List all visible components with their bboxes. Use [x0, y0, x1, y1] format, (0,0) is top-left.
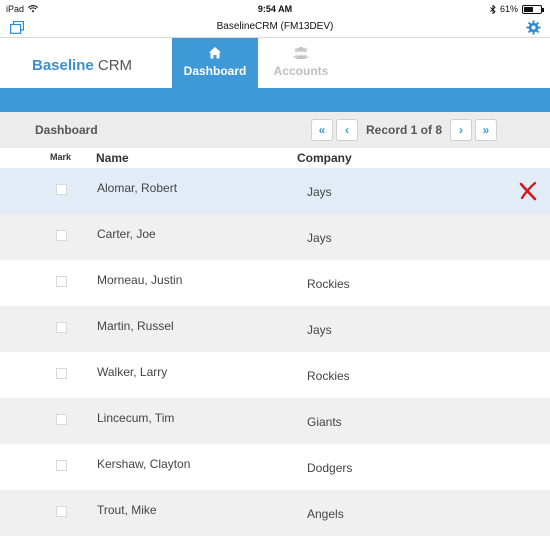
mark-checkbox[interactable] [56, 276, 67, 287]
table-row[interactable]: Walker, Larry Rockies [0, 352, 550, 398]
status-time: 9:54 AM [257, 4, 293, 14]
row-company: Angels [307, 507, 344, 521]
row-company: Rockies [307, 369, 350, 383]
delete-icon[interactable] [518, 181, 538, 201]
row-name: Walker, Larry [97, 365, 168, 379]
prev-record-button[interactable]: ‹ [336, 119, 358, 141]
battery-percent: 61% [499, 4, 518, 14]
row-name: Martin, Russel [97, 319, 174, 333]
app-title-bar: BaselineCRM (FM13DEV) [0, 18, 550, 38]
contact-list: Alomar, Robert Jays Carter, Joe Jays Mor… [0, 168, 550, 536]
table-row[interactable]: Alomar, Robert Jays [0, 168, 550, 214]
mark-checkbox[interactable] [56, 460, 67, 471]
gear-icon[interactable] [526, 20, 541, 35]
row-company: Dodgers [307, 461, 353, 475]
row-name: Trout, Mike [97, 503, 157, 517]
brand-name-primary: Baseline [32, 57, 94, 74]
first-record-button[interactable]: « [311, 119, 333, 141]
row-company: Rockies [307, 277, 350, 291]
table-row[interactable]: Morneau, Justin Rockies [0, 260, 550, 306]
next-record-button[interactable]: › [450, 119, 472, 141]
row-name: Alomar, Robert [97, 181, 178, 195]
row-name: Lincecum, Tim [97, 411, 175, 425]
tab-accounts-label: Accounts [273, 64, 329, 78]
tab-dashboard[interactable]: Dashboard [172, 38, 258, 88]
table-row[interactable]: Kershaw, Clayton Dodgers [0, 444, 550, 490]
status-bar: iPad 9:54 AM 61% [0, 0, 550, 18]
row-company: Jays [307, 185, 332, 199]
row-company: Jays [307, 323, 332, 337]
battery-icon [522, 4, 544, 14]
header-accent-band [0, 88, 550, 112]
record-toolbar: Dashboard « ‹ Record 1 of 8 › » [0, 112, 550, 148]
row-name: Carter, Joe [97, 227, 156, 241]
tab-accounts[interactable]: Accounts [258, 38, 344, 88]
page-title: Dashboard [35, 123, 98, 137]
row-name: Kershaw, Clayton [97, 457, 191, 471]
tab-dashboard-label: Dashboard [183, 64, 247, 78]
mark-checkbox[interactable] [56, 184, 67, 195]
brand-name-secondary: CRM [93, 57, 133, 74]
app-title: BaselineCRM (FM13DEV) [216, 21, 334, 32]
mark-checkbox[interactable] [56, 322, 67, 333]
people-icon [293, 46, 309, 59]
mark-checkbox[interactable] [56, 506, 67, 517]
table-row[interactable]: Carter, Joe Jays [0, 214, 550, 260]
bluetooth-icon [490, 4, 496, 14]
row-company: Giants [307, 415, 342, 429]
row-name: Morneau, Justin [97, 273, 183, 287]
last-record-button[interactable]: » [475, 119, 497, 141]
mark-checkbox[interactable] [56, 230, 67, 241]
home-icon [209, 47, 221, 59]
table-row[interactable]: Trout, Mike Angels [0, 490, 550, 536]
table-row[interactable]: Lincecum, Tim Giants [0, 398, 550, 444]
record-indicator: Record 1 of 8 [365, 123, 443, 137]
app-header: Baseline CRM Dashboard Accounts [0, 38, 550, 88]
table-row[interactable]: Martin, Russel Jays [0, 306, 550, 352]
mark-checkbox[interactable] [56, 414, 67, 425]
status-right: 61% [490, 4, 544, 14]
mark-checkbox[interactable] [56, 368, 67, 379]
row-company: Jays [307, 231, 332, 245]
brand-logo: Baseline CRM [32, 57, 132, 74]
